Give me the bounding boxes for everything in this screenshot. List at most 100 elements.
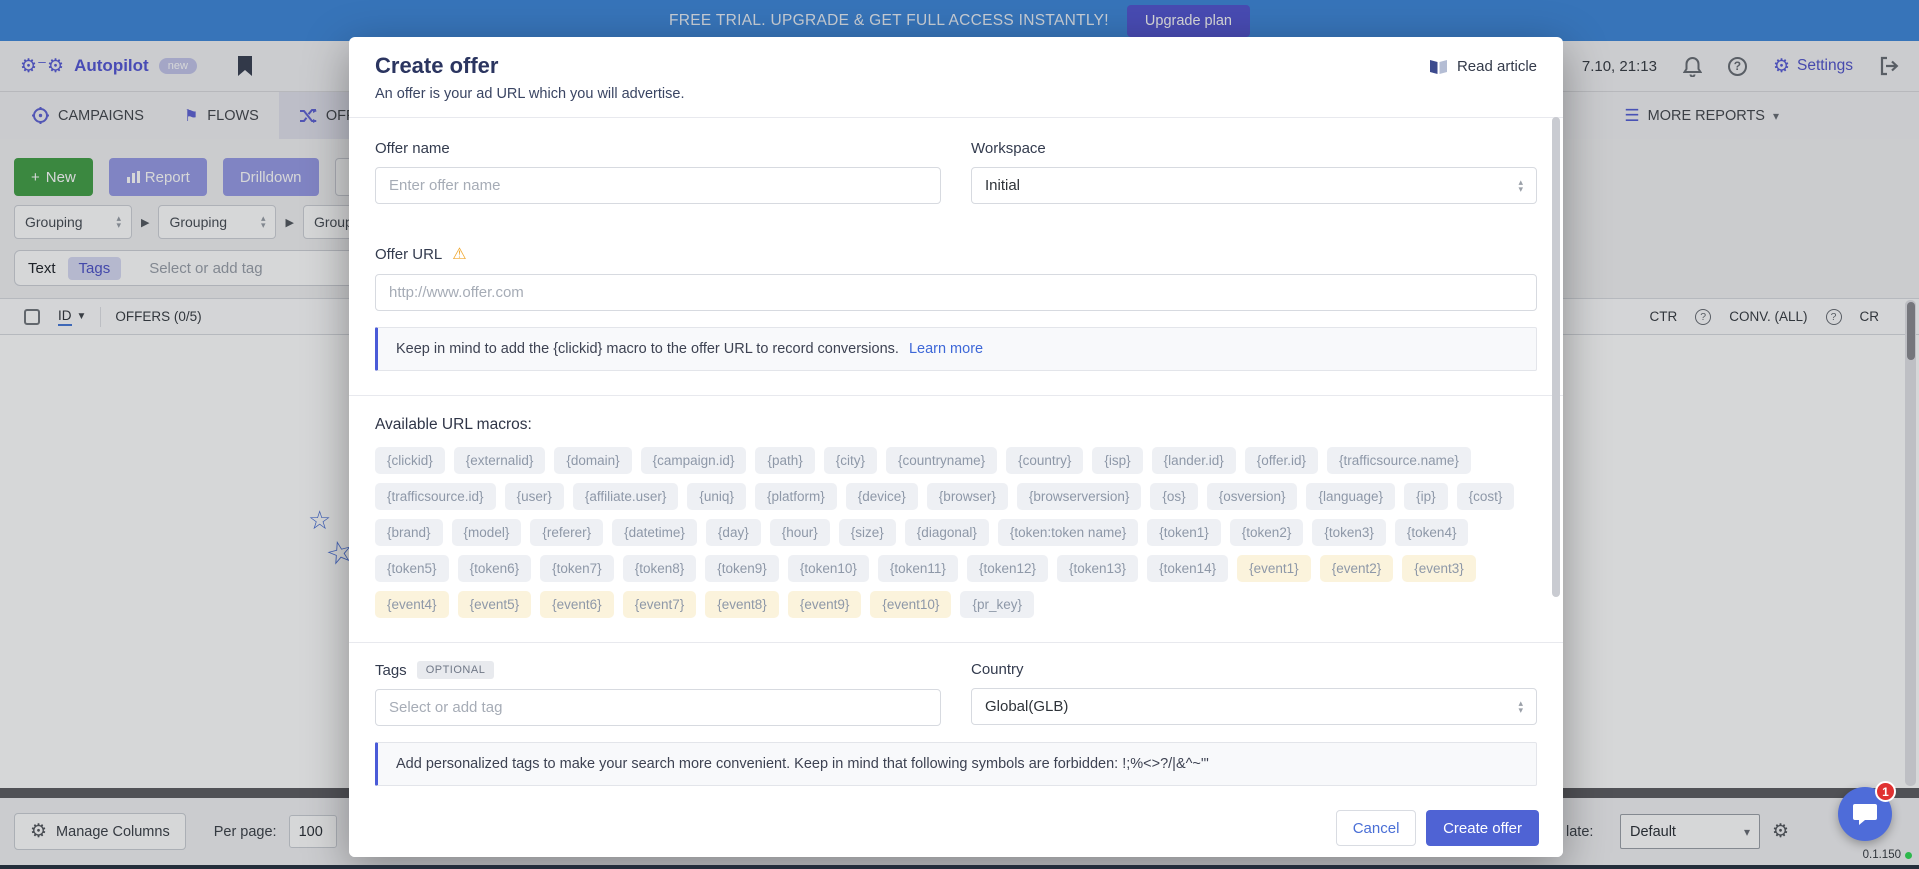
tags-input[interactable] xyxy=(375,689,941,726)
macro-chip[interactable]: {token3} xyxy=(1312,519,1386,546)
macro-chip[interactable]: {affiliate.user} xyxy=(573,483,679,510)
book-icon xyxy=(1429,59,1448,75)
modal-title: Create offer xyxy=(375,53,1537,79)
offer-name-label: Offer name xyxy=(375,140,941,157)
read-article-label: Read article xyxy=(1457,58,1537,75)
macro-chip[interactable]: {pr_key} xyxy=(960,591,1034,618)
macro-chip[interactable]: {token6} xyxy=(458,555,532,582)
macro-chip[interactable]: {token8} xyxy=(623,555,697,582)
macro-chip[interactable]: {isp} xyxy=(1092,447,1142,474)
macro-chip[interactable]: {user} xyxy=(505,483,564,510)
updown-caret-icon: ▴▾ xyxy=(1518,179,1523,193)
country-select[interactable]: Global(GLB) ▴▾ xyxy=(971,688,1537,725)
workspace-label: Workspace xyxy=(971,140,1537,157)
optional-badge: OPTIONAL xyxy=(417,661,495,679)
macro-chip[interactable]: {city} xyxy=(824,447,877,474)
macro-chips: {clickid} {externalid} {domain} {campaign.i… xyxy=(375,447,1537,618)
version-number: 0.1.150 xyxy=(1863,849,1901,861)
macro-chip[interactable]: {datetime} xyxy=(612,519,697,546)
macro-chip[interactable]: {platform} xyxy=(755,483,837,510)
macro-chip[interactable]: {token14} xyxy=(1147,555,1228,582)
create-offer-button[interactable]: Create offer xyxy=(1426,810,1539,846)
workspace-select[interactable]: Initial ▴▾ xyxy=(971,167,1537,204)
macro-chip[interactable]: {event3} xyxy=(1402,555,1476,582)
macro-chip[interactable]: {token13} xyxy=(1057,555,1138,582)
bottom-edge-bar xyxy=(0,865,1919,869)
macro-chip[interactable]: {hour} xyxy=(770,519,830,546)
macro-chip[interactable]: {token5} xyxy=(375,555,449,582)
macro-chip[interactable]: {size} xyxy=(839,519,896,546)
modal-subtitle: An offer is your ad URL which you will a… xyxy=(375,86,1537,102)
macro-chip[interactable]: {browser} xyxy=(927,483,1008,510)
macro-chip[interactable]: {lander.id} xyxy=(1152,447,1236,474)
macro-chip[interactable]: {campaign.id} xyxy=(641,447,747,474)
macro-chip[interactable]: {event7} xyxy=(623,591,697,618)
macro-chip[interactable]: {osversion} xyxy=(1207,483,1298,510)
macro-chip[interactable]: {referer} xyxy=(530,519,603,546)
macro-chip[interactable]: {token7} xyxy=(540,555,614,582)
clickid-note: Keep in mind to add the {clickid} macro … xyxy=(375,327,1537,371)
macro-chip[interactable]: {externalid} xyxy=(454,447,546,474)
macro-chip[interactable]: {token11} xyxy=(878,555,958,582)
macro-chip[interactable]: {token9} xyxy=(705,555,779,582)
macro-chip[interactable]: {token12} xyxy=(967,555,1048,582)
macro-chip[interactable]: {token10} xyxy=(788,555,869,582)
support-chat-button[interactable]: 1 xyxy=(1838,787,1892,841)
macro-chip[interactable]: {ip} xyxy=(1404,483,1448,510)
country-select-value: Global(GLB) xyxy=(985,698,1068,715)
macro-chip[interactable]: {model} xyxy=(452,519,522,546)
offer-url-input[interactable] xyxy=(375,274,1537,311)
macro-chip[interactable]: {event1} xyxy=(1237,555,1311,582)
macro-chip[interactable]: {brand} xyxy=(375,519,443,546)
macro-chip[interactable]: {event4} xyxy=(375,591,449,618)
macro-chip[interactable]: {browserversion} xyxy=(1017,483,1142,510)
chat-bubble-icon xyxy=(1852,802,1878,826)
macro-chip[interactable]: {country} xyxy=(1006,447,1083,474)
macro-chip[interactable]: {token2} xyxy=(1230,519,1304,546)
macro-chip[interactable]: {diagonal} xyxy=(905,519,989,546)
workspace-select-value: Initial xyxy=(985,177,1020,194)
macro-chip[interactable]: {event9} xyxy=(788,591,862,618)
macro-chip[interactable]: {countryname} xyxy=(886,447,997,474)
warning-icon: ⚠ xyxy=(452,244,466,264)
macro-chip[interactable]: {clickid} xyxy=(375,447,445,474)
macro-chip[interactable]: {token:token name} xyxy=(998,519,1138,546)
status-dot-icon xyxy=(1905,852,1912,859)
macro-chip[interactable]: {offer.id} xyxy=(1245,447,1318,474)
macro-chip[interactable]: {token1} xyxy=(1147,519,1221,546)
learn-more-link[interactable]: Learn more xyxy=(909,341,983,357)
divider xyxy=(349,642,1563,643)
cancel-button[interactable]: Cancel xyxy=(1336,810,1416,846)
macro-chip[interactable]: {domain} xyxy=(554,447,631,474)
macro-chip[interactable]: {trafficsource.id} xyxy=(375,483,496,510)
offer-name-input[interactable] xyxy=(375,167,941,204)
macro-chip[interactable]: {os} xyxy=(1150,483,1197,510)
macro-chip[interactable]: {day} xyxy=(706,519,761,546)
macro-chip[interactable]: {token4} xyxy=(1395,519,1469,546)
macro-chip[interactable]: {event8} xyxy=(705,591,779,618)
macro-chip[interactable]: {path} xyxy=(755,447,814,474)
updown-caret-icon: ▴▾ xyxy=(1518,700,1523,714)
modal-body: Offer name Workspace Initial ▴▾ Offer UR… xyxy=(349,140,1563,786)
tags-note-text: Add personalized tags to make your searc… xyxy=(396,756,1209,772)
version-label: 0.1.150 xyxy=(1820,849,1912,861)
clickid-note-text: Keep in mind to add the {clickid} macro … xyxy=(396,341,899,357)
tags-label: Tags xyxy=(375,662,407,679)
chat-unread-badge: 1 xyxy=(1875,781,1896,802)
modal-scrollbar[interactable] xyxy=(1552,117,1560,597)
macro-chip[interactable]: {device} xyxy=(846,483,918,510)
read-article-link[interactable]: Read article xyxy=(1429,58,1537,75)
macro-chip[interactable]: {event5} xyxy=(458,591,532,618)
macro-chip[interactable]: {uniq} xyxy=(687,483,746,510)
macro-chip[interactable]: {language} xyxy=(1306,483,1395,510)
divider xyxy=(349,395,1563,396)
offer-url-label: Offer URL xyxy=(375,246,442,263)
macro-chip[interactable]: {cost} xyxy=(1457,483,1515,510)
country-label: Country xyxy=(971,661,1537,678)
create-offer-modal: Create offer An offer is your ad URL whi… xyxy=(349,37,1563,857)
tags-note: Add personalized tags to make your searc… xyxy=(375,742,1537,786)
macro-chip[interactable]: {event2} xyxy=(1320,555,1394,582)
macro-chip[interactable]: {trafficsource.name} xyxy=(1327,447,1471,474)
macro-chip[interactable]: {event10} xyxy=(870,591,951,618)
macro-chip[interactable]: {event6} xyxy=(540,591,614,618)
